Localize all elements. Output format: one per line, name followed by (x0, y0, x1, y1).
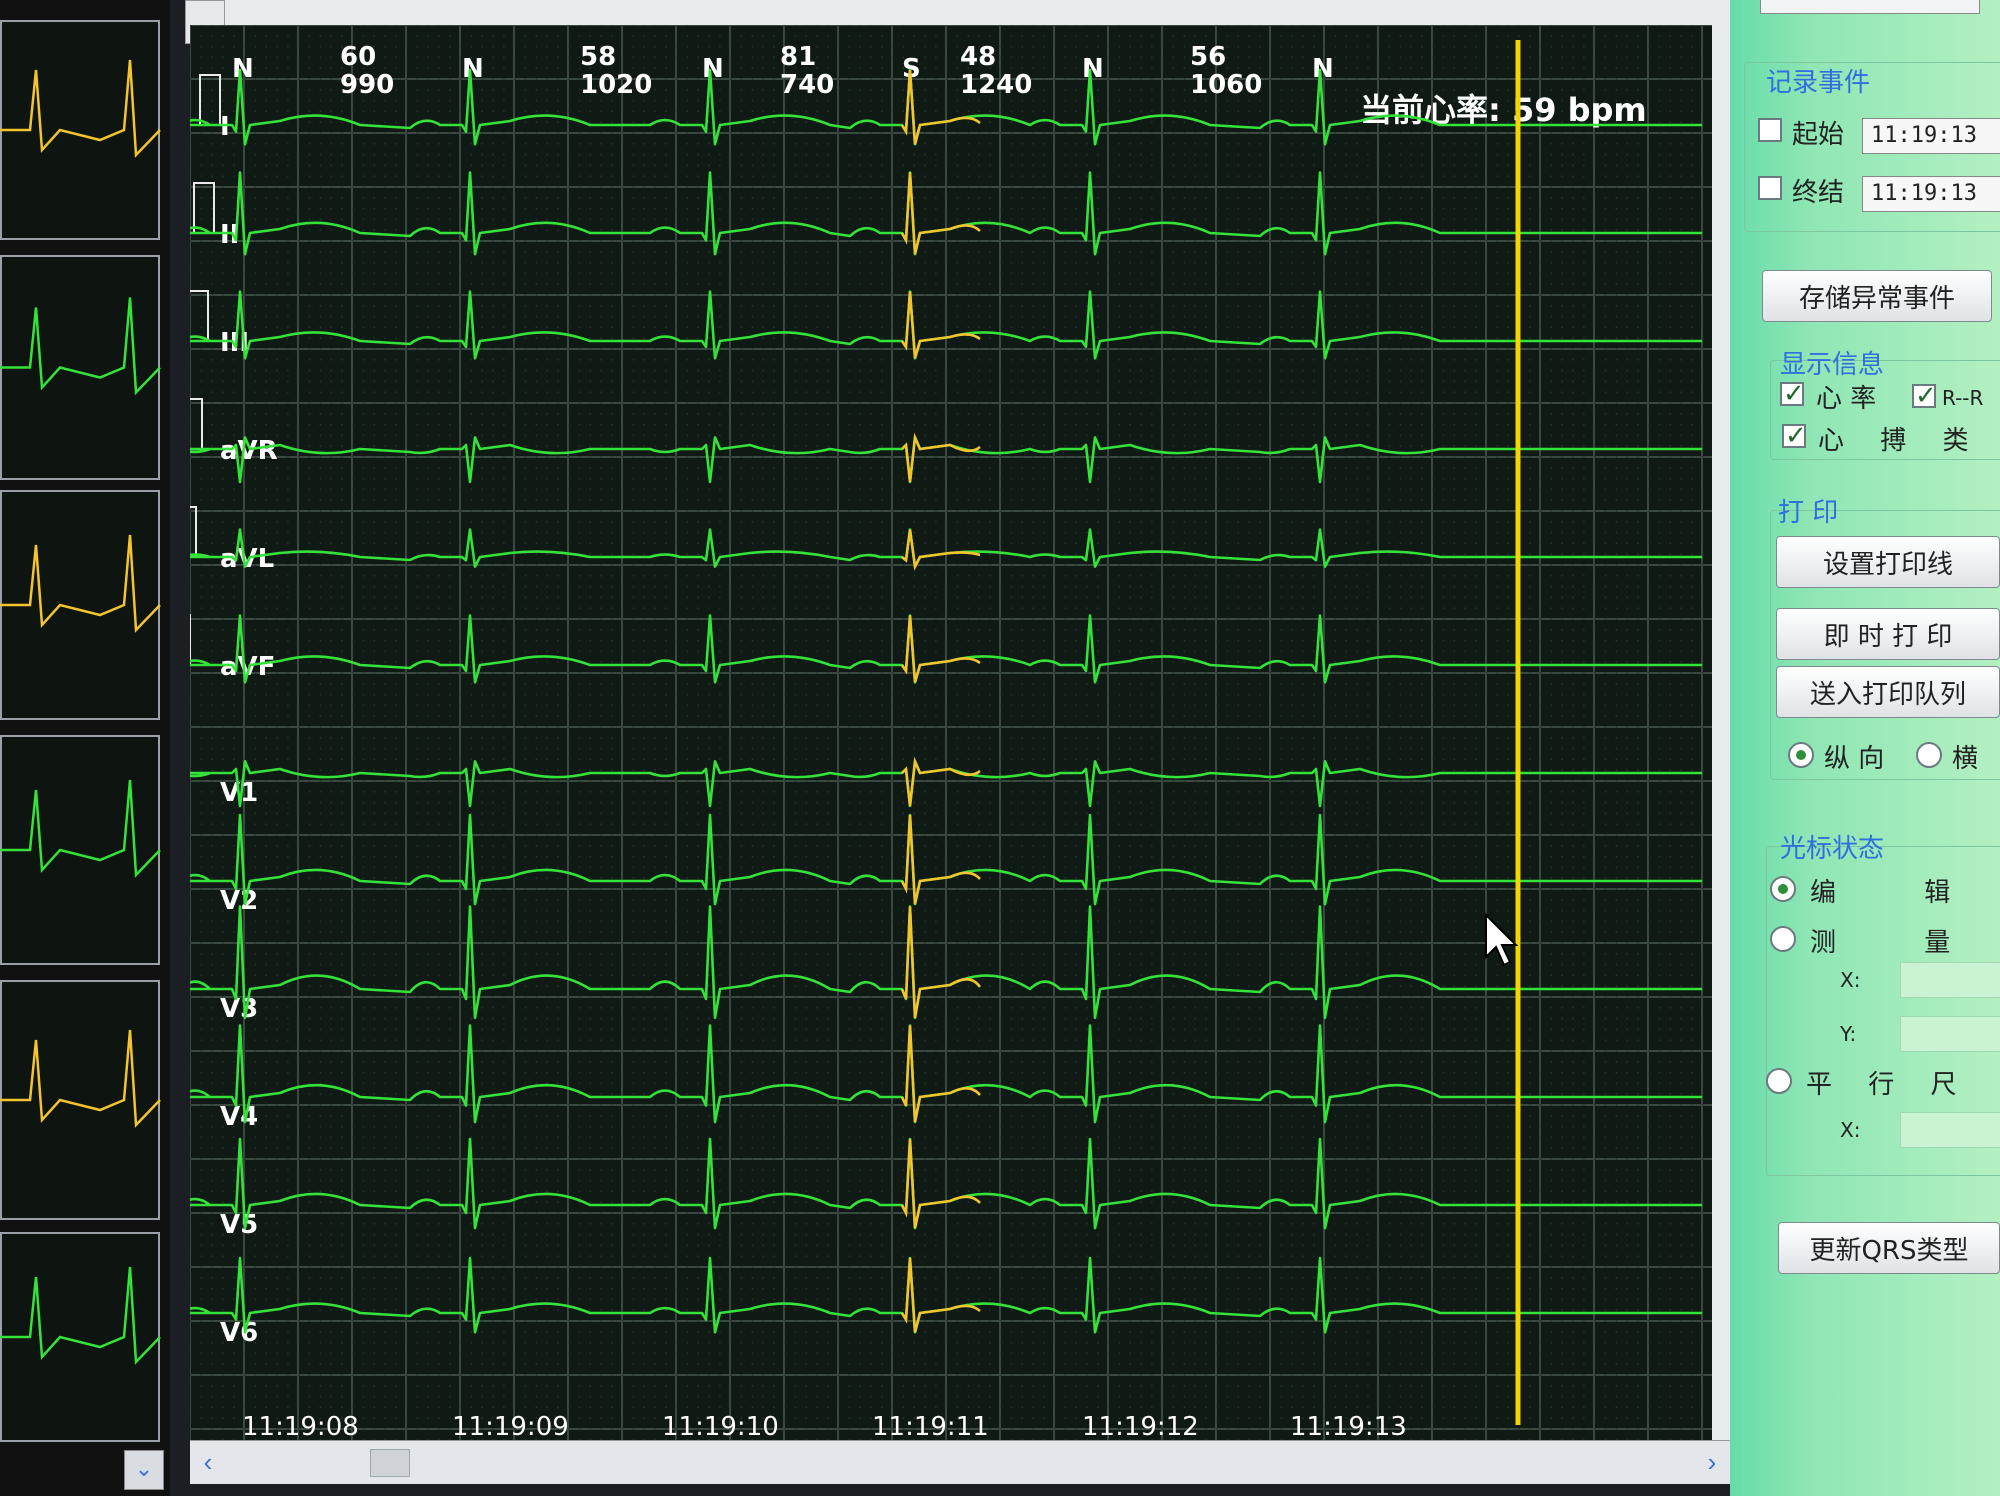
time-axis-label: 11:19:10 (662, 1412, 779, 1440)
calibration-pulse (190, 182, 224, 234)
beat-rr-label: 740 (780, 70, 834, 100)
y-coordinate-label: Y: (1840, 1022, 1857, 1046)
beat-hr-label: 56 (1190, 42, 1226, 72)
ecg-trace-highlight (900, 906, 982, 1019)
portrait-label: 纵 向 (1824, 744, 1885, 774)
ecg-trace-highlight (901, 529, 981, 571)
lead-label: V5 (220, 1210, 258, 1240)
lead-label: aVL (220, 544, 274, 574)
cursor-state-title: 光标状态 (1780, 834, 1885, 864)
lead-label: aVR (220, 436, 278, 466)
start-checkbox[interactable] (1758, 118, 1782, 142)
thumbnail-trace (0, 779, 161, 878)
record-event-title: 记录事件 (1766, 68, 1871, 98)
time-axis-label: 11:19:09 (452, 1412, 569, 1440)
x-coordinate-label: X: (1840, 968, 1861, 992)
chevron-down-icon: ⌄ (134, 1456, 154, 1481)
thumbnail-trace (0, 297, 161, 396)
rr-checkbox[interactable] (1912, 380, 1937, 411)
rr-label: R--R (1942, 386, 1984, 410)
calibration-pulse (190, 614, 200, 666)
start-label: 起始 (1792, 120, 1845, 150)
parallel-ruler-label: 平 行 尺 (1806, 1070, 1971, 1100)
thumbnail-trace (0, 1266, 161, 1365)
print-title: 打 印 (1778, 498, 1839, 528)
beat-type-label: N (1082, 54, 1104, 84)
lead-label: I (220, 112, 230, 142)
store-abnormal-event-button[interactable]: 存储异常事件 (1762, 270, 1992, 322)
measure-radio[interactable] (1770, 926, 1796, 952)
display-info-title: 显示信息 (1780, 350, 1885, 380)
end-time-field[interactable]: 11:19:13 (1862, 176, 2000, 212)
thumbnail-scroll-down-button[interactable]: ⌄ (124, 1450, 164, 1490)
lead-label: V4 (220, 1102, 258, 1132)
control-panel: 记录事件 起始 11:19:13 终结 11:19:13 存储异常事件 显示信息… (1730, 0, 2000, 1496)
mouse-pointer-icon (1485, 912, 1519, 967)
landscape-label: 横 (1952, 744, 1979, 774)
edit-label: 编 辑 (1810, 878, 1991, 908)
beat-type-label: N (232, 54, 254, 84)
thumbnail-trace (0, 534, 161, 633)
set-print-line-button[interactable]: 设置打印线 (1776, 536, 2000, 588)
time-axis-label: 11:19:12 (1082, 1412, 1199, 1440)
chevron-right-icon: › (1707, 1447, 1717, 1477)
top-field[interactable] (1760, 0, 1980, 14)
time-axis-label: 11:19:13 (1290, 1412, 1407, 1440)
time-axis-label: 11:19:11 (872, 1412, 989, 1440)
portrait-radio[interactable] (1788, 742, 1814, 768)
ecg-trace-highlight (901, 432, 981, 483)
hr-label: 心 率 (1816, 384, 1877, 414)
chevron-left-icon: ‹ (203, 1447, 213, 1477)
lead-label: V6 (220, 1318, 258, 1348)
calibration-pulse (190, 398, 212, 450)
beat-hr-label: 48 (960, 42, 996, 72)
ecg-trace-highlight (900, 814, 981, 905)
thumbnail-trace (0, 59, 161, 158)
beat-type-label: 心 搏 类 型 (1818, 426, 2000, 456)
scroll-right-button[interactable]: › (1694, 1445, 1730, 1481)
beat-rr-label: 1020 (580, 70, 652, 100)
hr-checkbox[interactable] (1780, 378, 1805, 409)
calibration-pulse (190, 506, 206, 558)
lead-label: V3 (220, 994, 258, 1024)
end-checkbox[interactable] (1758, 176, 1782, 200)
beat-type-label: N (462, 54, 484, 84)
start-time-field[interactable]: 11:19:13 (1862, 118, 2000, 154)
ecg-trace-highlight (900, 1138, 981, 1229)
beat-type-checkbox[interactable] (1782, 420, 1807, 451)
send-print-queue-button[interactable]: 送入打印队列 (1776, 666, 2000, 718)
ruler-x-field (1900, 1112, 2000, 1148)
print-now-button[interactable]: 即 时 打 印 (1776, 608, 2000, 660)
beat-hr-label: 81 (780, 42, 816, 72)
y-coordinate-field (1900, 1016, 2000, 1052)
edit-radio[interactable] (1770, 876, 1796, 902)
thumbnail-traces (0, 59, 161, 1365)
ruler-x-label: X: (1840, 1118, 1861, 1142)
parallel-ruler-radio[interactable] (1766, 1068, 1792, 1094)
update-qrs-type-button[interactable]: 更新QRS类型 (1778, 1222, 2000, 1274)
ecg-grid (190, 25, 1712, 1440)
current-heart-rate: 当前心率: 59 bpm (1360, 91, 1647, 129)
horizontal-scrollbar[interactable]: ‹ › (190, 1440, 1730, 1484)
beat-rr-label: 990 (340, 70, 394, 100)
x-coordinate-field (1900, 962, 2000, 998)
time-axis-label: 11:19:08 (242, 1412, 359, 1440)
beat-type-label: N (1312, 54, 1334, 84)
beat-rr-label: 1060 (1190, 70, 1262, 100)
ecg-12-lead-plot[interactable]: N N 60 990 N 58 1020 S 81 740 N 48 1240 N 56 1060 当前心率: … (190, 25, 1712, 1440)
beat-rr-label: 1240 (960, 70, 1032, 100)
landscape-radio[interactable] (1916, 742, 1942, 768)
measure-label: 测 量 (1810, 928, 1991, 958)
scrollbar-thumb[interactable] (370, 1449, 410, 1477)
thumbnail-trace (0, 1029, 161, 1128)
beat-hr-label: 60 (340, 42, 376, 72)
calibration-pulse (190, 290, 218, 342)
beat-thumbnail-strip[interactable]: ⌄ (0, 0, 170, 1496)
beat-type-label: N (702, 54, 724, 84)
end-label: 终结 (1792, 178, 1845, 208)
scroll-left-button[interactable]: ‹ (190, 1445, 226, 1481)
beat-hr-label: 58 (580, 42, 616, 72)
ecg-trace-highlight (901, 756, 981, 807)
ecg-svg: N N60990N581020S81740N481240N561060当前心率: … (190, 25, 1712, 1440)
